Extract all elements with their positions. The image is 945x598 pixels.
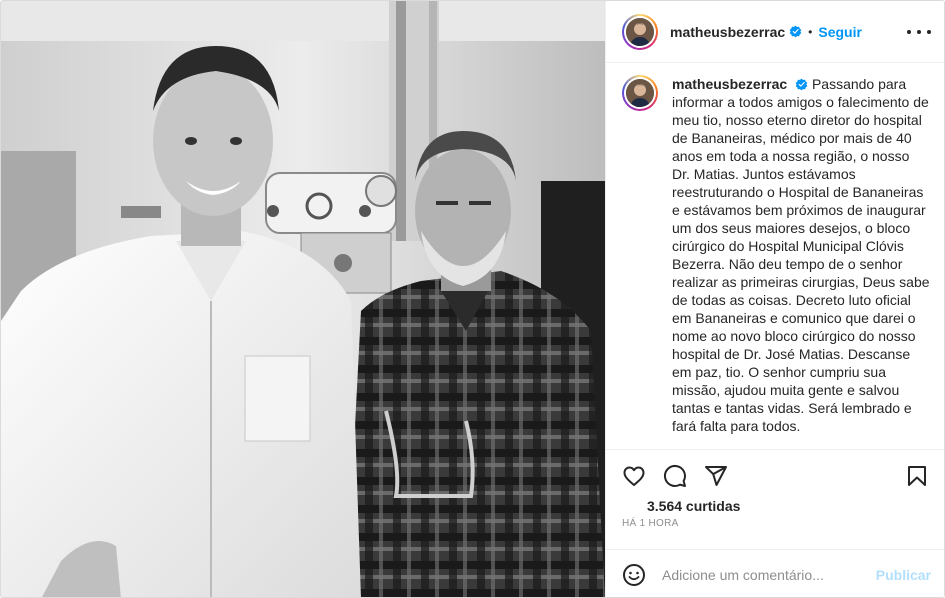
bookmark-icon[interactable] bbox=[905, 464, 929, 488]
instagram-post: matheusbezerrac • Seguir matheusbezerrac… bbox=[0, 0, 945, 598]
follow-button[interactable]: Seguir bbox=[818, 24, 862, 40]
post-header: matheusbezerrac • Seguir bbox=[606, 1, 944, 63]
more-options-icon[interactable] bbox=[907, 23, 931, 41]
author-username[interactable]: matheusbezerrac bbox=[670, 24, 785, 40]
comments-area[interactable]: matheusbezerrac Passando para informar a… bbox=[606, 63, 944, 449]
emoji-icon[interactable] bbox=[622, 563, 646, 587]
author-avatar[interactable] bbox=[622, 13, 658, 50]
profile-photo-icon bbox=[626, 79, 654, 107]
post-photo[interactable] bbox=[1, 1, 605, 597]
caption-row: matheusbezerrac Passando para informar a… bbox=[622, 75, 931, 435]
verified-badge-icon bbox=[795, 78, 808, 91]
post-side-panel: matheusbezerrac • Seguir matheusbezerrac… bbox=[605, 1, 944, 597]
verified-badge-icon bbox=[789, 25, 802, 38]
likes-count[interactable]: 3.564 curtidas bbox=[647, 498, 740, 514]
heart-icon[interactable] bbox=[622, 464, 646, 488]
caption-body: Passando para informar a todos amigos o … bbox=[672, 76, 930, 434]
publish-button[interactable]: Publicar bbox=[876, 567, 931, 583]
caption-username[interactable]: matheusbezerrac bbox=[672, 76, 787, 92]
add-comment-bar: Publicar bbox=[606, 549, 944, 597]
post-time[interactable]: HÁ 1 HORA bbox=[622, 518, 679, 529]
profile-photo-icon bbox=[626, 17, 654, 46]
separator-dot: • bbox=[808, 24, 813, 39]
action-bar bbox=[606, 449, 944, 501]
comment-input[interactable] bbox=[662, 566, 867, 583]
comment-icon[interactable] bbox=[663, 464, 687, 488]
caption-avatar[interactable] bbox=[622, 75, 658, 111]
share-icon[interactable] bbox=[704, 464, 728, 488]
caption-text: matheusbezerrac Passando para informar a… bbox=[672, 75, 931, 435]
